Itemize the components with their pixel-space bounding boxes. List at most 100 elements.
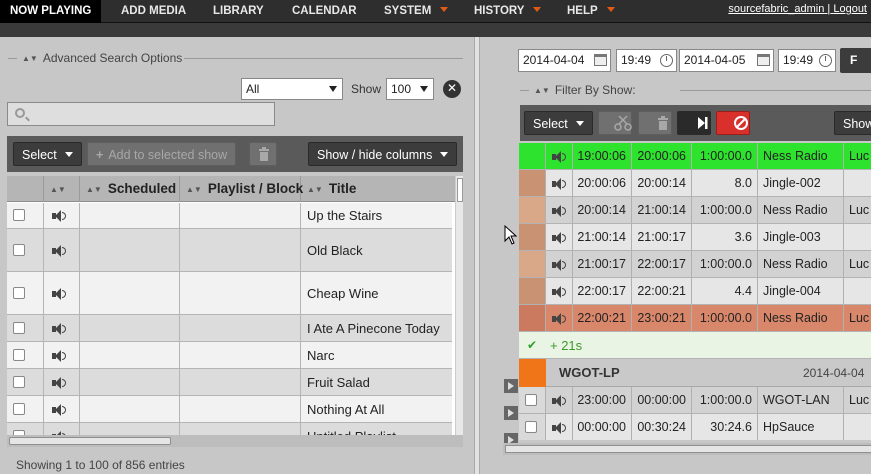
header-preview-column[interactable]: ▲▼ [44, 176, 80, 202]
schedule-row[interactable]: 20:00:06 20:00:14 8.0 Jingle-002 [519, 170, 871, 197]
speaker-icon[interactable] [52, 210, 66, 222]
advanced-search-toggle[interactable]: ▲▼ Advanced Search Options [8, 51, 463, 65]
library-vertical-scrollbar[interactable] [455, 176, 463, 435]
schedule-row[interactable]: 21:00:17 22:00:17 1:00:00.0 Ness Radio Luc [519, 251, 871, 278]
scrollbar-thumb[interactable] [9, 437, 171, 445]
panel-resize-handle[interactable] [470, 37, 484, 474]
table-row[interactable]: Narc [7, 342, 452, 369]
clock-icon[interactable] [819, 54, 832, 67]
nav-history-label: HISTORY [474, 5, 525, 17]
divider [680, 90, 871, 91]
nav-history[interactable]: HISTORY [474, 0, 542, 23]
start-time-input[interactable]: 19:49 [616, 49, 677, 72]
logout-link[interactable]: Logout [833, 3, 867, 15]
row-checkbox[interactable] [13, 349, 25, 361]
speaker-icon[interactable] [552, 422, 566, 434]
remove-button[interactable] [638, 111, 672, 135]
table-row[interactable]: I Ate A Pinecone Today [7, 315, 452, 342]
track-creator [844, 278, 871, 304]
nav-calendar[interactable]: CALENDAR [292, 0, 357, 23]
header-scheduled[interactable]: ▲▼ Scheduled [80, 176, 180, 202]
start-date-input[interactable]: 2014-04-04 [518, 49, 611, 72]
table-row[interactable]: Fruit Salad [7, 369, 452, 396]
speaker-icon[interactable] [552, 151, 566, 163]
skip-to-next-button[interactable] [677, 111, 711, 135]
filter-by-show-toggle[interactable]: ▲▼ Filter By Show: [520, 83, 871, 97]
scrollbar-thumb[interactable] [505, 445, 871, 453]
clock-icon[interactable] [660, 54, 673, 67]
schedule-row[interactable]: 20:00:14 21:00:14 1:00:00.0 Ness Radio Luc [519, 197, 871, 224]
header-title[interactable]: ▲▼ Title [301, 176, 455, 202]
speaker-icon[interactable] [552, 232, 566, 244]
schedule-table: 19:00:06 20:00:06 1:00:00.0 Ness Radio Luc 20… [519, 143, 871, 440]
page-size-select[interactable]: 100 [386, 78, 434, 100]
speaker-icon[interactable] [552, 259, 566, 271]
row-checkbox[interactable] [525, 421, 537, 433]
add-to-show-button[interactable]: + Add to selected show [87, 142, 237, 166]
schedule-horizontal-scrollbar[interactable] [503, 443, 871, 455]
nav-now-playing[interactable]: NOW PLAYING [0, 0, 102, 23]
row-checkbox[interactable] [13, 287, 25, 299]
find-shows-button[interactable]: F [840, 48, 871, 73]
schedule-show-columns-button[interactable]: Show [834, 111, 871, 135]
end-date-input[interactable]: 2014-04-05 [679, 49, 774, 72]
nav-add-media[interactable]: ADD MEDIA [121, 0, 186, 23]
schedule-row[interactable]: 22:00:21 23:00:21 1:00:00.0 Ness Radio Luc [519, 305, 871, 332]
row-checkbox[interactable] [13, 209, 25, 221]
speaker-icon[interactable] [52, 323, 66, 335]
track-title: Cheap Wine [307, 286, 379, 301]
table-row[interactable]: Up the Stairs [7, 203, 452, 229]
nav-system[interactable]: SYSTEM [384, 0, 449, 23]
schedule-row[interactable]: 22:00:17 22:00:21 4.4 Jingle-004 [519, 278, 871, 305]
speaker-icon[interactable] [52, 350, 66, 362]
schedule-select-button[interactable]: Select [524, 111, 593, 135]
track-length: 1:00:00.0 [692, 143, 758, 169]
table-row[interactable]: Cheap Wine [7, 272, 452, 315]
show-date: 2014-04-04 [803, 366, 865, 380]
row-checkbox[interactable] [525, 394, 537, 406]
delete-button[interactable] [249, 142, 277, 166]
nav-library[interactable]: LIBRARY [213, 0, 264, 23]
track-title: Old Black [307, 243, 363, 258]
table-row[interactable]: Old Black [7, 229, 452, 272]
end-time-value: 19:49 [783, 53, 814, 67]
speaker-icon[interactable] [52, 404, 66, 416]
header-playlist-block[interactable]: ▲▼ Playlist / Block [180, 176, 303, 202]
close-search-button[interactable]: ✕ [443, 80, 461, 98]
user-account-link[interactable]: sourcefabric_admin [728, 3, 824, 15]
row-checkbox[interactable] [13, 244, 25, 256]
row-checkbox[interactable] [13, 403, 25, 415]
speaker-icon[interactable] [552, 178, 566, 190]
library-search-input[interactable] [7, 102, 275, 126]
library-select-button[interactable]: Select [13, 142, 82, 166]
table-row[interactable]: Untitled Playlist [7, 423, 452, 435]
speaker-icon[interactable] [552, 395, 566, 407]
show-hide-columns-button[interactable]: Show / hide columns [308, 142, 458, 166]
speaker-icon[interactable] [52, 288, 66, 300]
expand-show-icon[interactable] [504, 406, 518, 420]
schedule-row[interactable]: 00:00:00 00:30:24 30:24.6 HpSauce [519, 414, 871, 440]
schedule-row[interactable]: 19:00:06 20:00:06 1:00:00.0 Ness Radio Luc [519, 143, 871, 170]
speaker-icon[interactable] [552, 286, 566, 298]
nav-help[interactable]: HELP [567, 0, 615, 23]
cut-button[interactable] [598, 111, 632, 135]
table-row[interactable]: Nothing At All [7, 396, 452, 423]
speaker-icon[interactable] [552, 205, 566, 217]
speaker-icon[interactable] [52, 245, 66, 257]
cancel-current-show-button[interactable] [716, 111, 750, 135]
end-time-input[interactable]: 19:49 [778, 49, 836, 72]
library-horizontal-scrollbar[interactable] [7, 435, 463, 447]
end-time: 21:00:14 [632, 197, 692, 223]
media-type-select[interactable]: All [241, 78, 343, 100]
row-checkbox[interactable] [13, 376, 25, 388]
expand-show-icon[interactable] [504, 379, 518, 393]
calendar-icon[interactable] [594, 54, 607, 66]
entries-count: Showing 1 to 100 of 856 entries [16, 458, 185, 472]
scrollbar-thumb[interactable] [457, 178, 463, 202]
speaker-icon[interactable] [52, 377, 66, 389]
schedule-row[interactable]: 23:00:00 00:00:00 1:00:00.0 WGOT-LAN Luc [519, 387, 871, 414]
speaker-icon[interactable] [552, 313, 566, 325]
schedule-row[interactable]: 21:00:14 21:00:17 3.6 Jingle-003 [519, 224, 871, 251]
row-checkbox[interactable] [13, 322, 25, 334]
calendar-icon[interactable] [757, 54, 770, 66]
